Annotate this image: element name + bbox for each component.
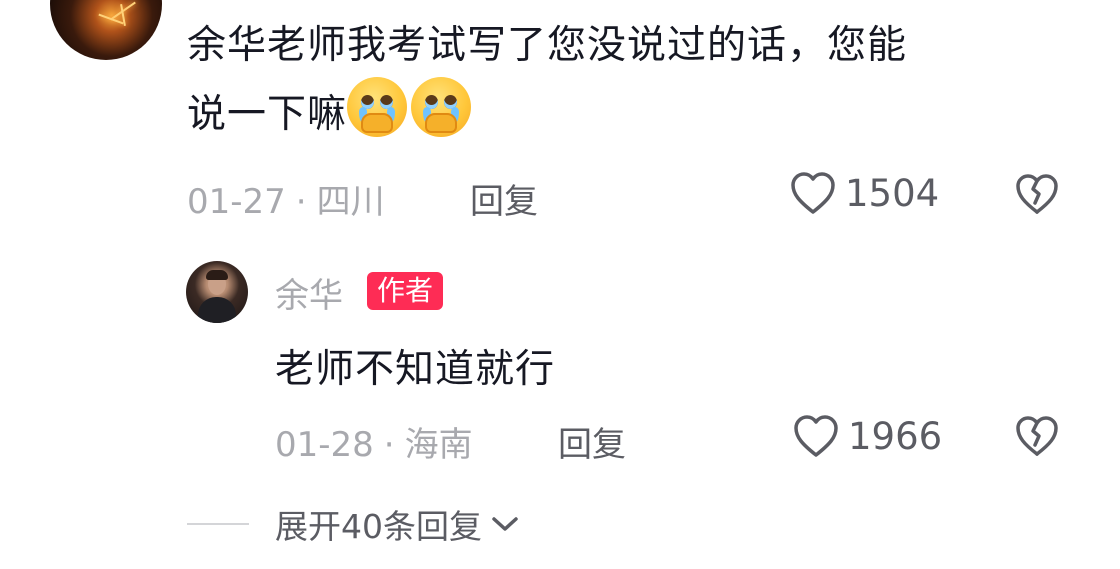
- reply-dislike-button[interactable]: [1014, 414, 1060, 462]
- dislike-button[interactable]: [1014, 172, 1060, 220]
- like-button[interactable]: 1504: [789, 170, 939, 216]
- reply-body: 老师不知道就行: [275, 347, 556, 392]
- reply-button[interactable]: 回复: [470, 174, 538, 223]
- emoji-group: [347, 77, 475, 156]
- crying-face-hands-emoji: [411, 77, 472, 137]
- expand-replies-label: 展开40条回复: [275, 507, 482, 546]
- comment-text-line1: 余华老师我考试写了您没说过的话，您能: [187, 23, 908, 68]
- crying-face-hands-emoji: [347, 77, 408, 137]
- reply-date: 01-28: [275, 425, 374, 465]
- comment-text-line2: 说一下嘛: [187, 92, 348, 137]
- heart-icon: [794, 415, 838, 457]
- author-avatar[interactable]: [186, 261, 248, 323]
- comment-date: 01-27: [187, 182, 286, 222]
- reply-meta: 01-28 · 海南: [275, 417, 473, 466]
- comment-meta: 01-27 · 四川: [187, 174, 385, 223]
- meta-separator: ·: [295, 182, 307, 222]
- commenter-avatar[interactable]: [50, 0, 162, 60]
- broken-heart-icon: [1016, 174, 1058, 214]
- reply-location: 海南: [404, 425, 473, 465]
- like-count: 1504: [845, 171, 940, 215]
- comment-thread: 余华老师我考试写了您没说过的话，您能 说一下嘛 01-27 · 四川 回复 1504…: [0, 0, 1120, 569]
- expand-replies-button[interactable]: 展开40条回复: [187, 500, 520, 548]
- comment-body: 余华老师我考试写了您没说过的话，您能 说一下嘛: [187, 14, 1067, 156]
- divider-line: [187, 523, 249, 525]
- reply-like-button[interactable]: 1966: [792, 413, 942, 459]
- comment-location: 四川: [316, 182, 385, 222]
- heart-icon: [791, 172, 835, 214]
- reply-reply-button[interactable]: 回复: [558, 417, 626, 466]
- author-badge: 作者: [367, 272, 444, 310]
- chevron-down-icon: [492, 517, 518, 531]
- reply-author-name[interactable]: 余华: [275, 268, 343, 317]
- broken-heart-icon: [1016, 416, 1058, 456]
- reply-like-count: 1966: [848, 414, 943, 458]
- meta-separator: ·: [383, 425, 395, 465]
